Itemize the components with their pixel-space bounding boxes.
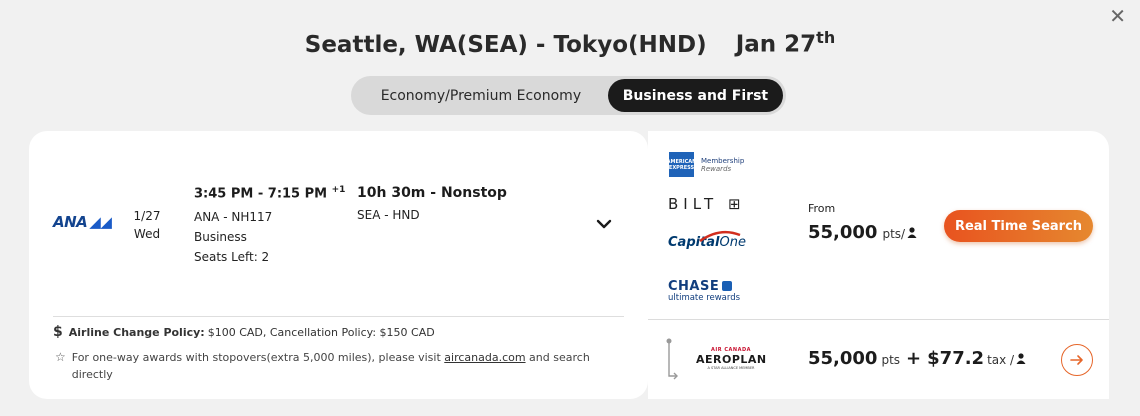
aeroplan-price: 55,000 pts + $77.2 tax / <box>808 348 1026 369</box>
transfer-section: AMERICAN EXPRESS Membership Rewards BILT… <box>648 131 1109 320</box>
flight-details: ANA - NH117 Business Seats Left: 2 <box>194 207 272 267</box>
ana-logo: ANA ◢◢ <box>53 213 112 231</box>
chevron-down-icon[interactable] <box>596 215 612 234</box>
tab-economy[interactable]: Economy/Premium Economy <box>354 79 608 112</box>
tab-business-first[interactable]: Business and First <box>607 79 783 112</box>
bilt-logo: BILT ⊞ <box>668 195 746 213</box>
aeroplan-logo: AIR CANADA AEROPLAN A STAR ALLIANCE MEMB… <box>696 347 767 370</box>
flight-duration: 10h 30m - Nonstop <box>357 185 507 201</box>
change-policy: $ Airline Change Policy: $100 CAD, Cance… <box>53 324 435 340</box>
flight-date: 1/27 Wed <box>133 209 161 241</box>
capital-one-logo: CapitalOne <box>668 230 746 250</box>
arrow-right-icon[interactable] <box>1061 344 1093 376</box>
seats-left: Seats Left: 2 <box>194 250 270 264</box>
cabin-toggle: Economy/Premium Economy Business and Fir… <box>351 76 786 115</box>
real-time-search-button[interactable]: Real Time Search <box>944 210 1093 242</box>
connector-line-icon <box>665 338 679 384</box>
flight-segment: SEA - HND <box>357 208 420 222</box>
pricing-card: AMERICAN EXPRESS Membership Rewards BILT… <box>648 131 1109 399</box>
aircanada-link[interactable]: aircanada.com <box>444 351 525 364</box>
flight-card: ANA ◢◢ 1/27 Wed 3:45 PM - 7:15 PM +1 ANA … <box>29 131 648 399</box>
page-header: Seattle, WA(SEA) - Tokyo(HND) Jan 27th <box>0 28 1140 58</box>
flight-times: 3:45 PM - 7:15 PM +1 <box>194 185 346 202</box>
stopover-note: ☆ For one-way awards with stopovers(extr… <box>55 350 590 381</box>
cabin-class: Business <box>194 230 247 244</box>
from-label: From <box>808 202 836 215</box>
dollar-icon: $ <box>53 324 63 340</box>
person-icon <box>1016 349 1026 368</box>
chase-logo: CHASE ultimate rewards <box>668 279 741 303</box>
route-title: Seattle, WA(SEA) - Tokyo(HND) <box>304 31 707 58</box>
star-icon: ☆ <box>55 350 66 364</box>
flight-number: ANA - NH117 <box>194 210 273 224</box>
divider <box>53 316 624 317</box>
points-price: 55,000 pts/ <box>808 222 917 243</box>
close-icon[interactable]: ✕ <box>1109 6 1126 26</box>
flight-date-title: Jan 27th <box>735 28 836 58</box>
amex-logo: AMERICAN EXPRESS Membership Rewards <box>667 152 744 177</box>
person-icon <box>907 223 917 242</box>
